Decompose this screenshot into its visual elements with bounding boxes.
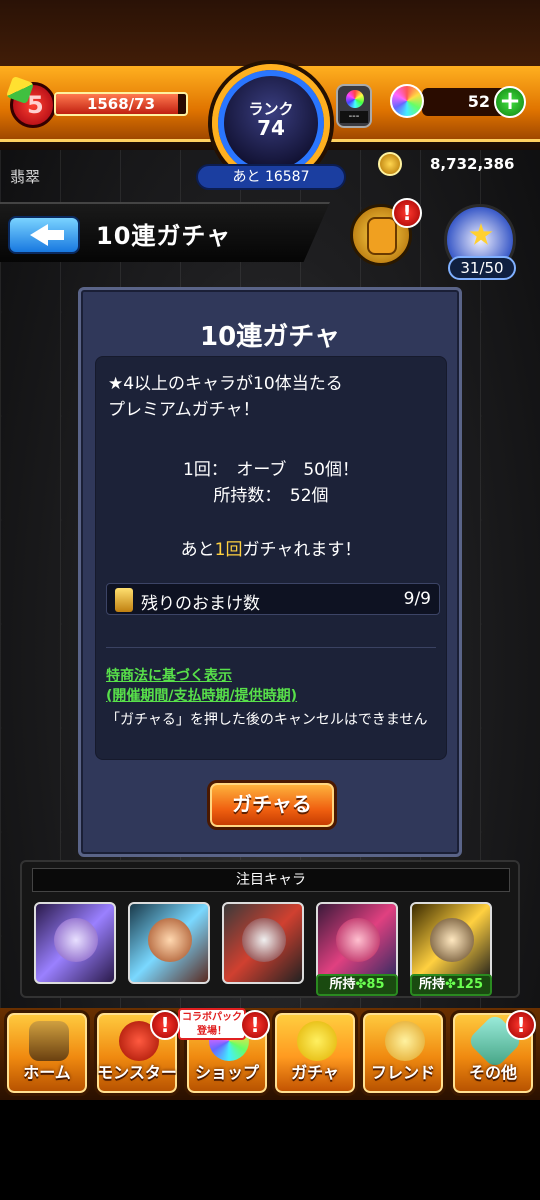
featured-char-4[interactable]: 所持✤85 xyxy=(316,902,398,996)
gift-alert-badge: ! xyxy=(392,198,422,228)
divider xyxy=(106,647,436,648)
system-bar xyxy=(0,1100,540,1200)
level-number: 5 xyxy=(27,91,44,119)
back-button[interactable] xyxy=(8,216,80,254)
collab-badge-line2: 登場！ xyxy=(197,1026,227,1037)
page-title: 10連ガチャ xyxy=(96,222,232,250)
star-icon xyxy=(469,223,493,245)
home-icon xyxy=(29,1021,69,1061)
other-alert-badge: ! xyxy=(506,1010,536,1040)
username: 翡翠 xyxy=(10,168,41,186)
level-icon[interactable]: 5 xyxy=(5,75,56,128)
tab-label: ショップ xyxy=(194,1063,259,1082)
app-screen: 5 1568/73 ランク 74 あと 16587 --- 52 + 翡翠 8,… xyxy=(0,0,540,1200)
featured-heading: 注目キャラ xyxy=(32,868,510,892)
add-orb-button[interactable]: + xyxy=(494,86,526,118)
tab-label: フレンド xyxy=(370,1063,435,1082)
clover-count: 31/50 xyxy=(448,256,516,280)
gacha-panel: 10連ガチャ ★4以上のキャラが10体当たる プレミアムガチャ！ 1回： オーブ… xyxy=(78,287,462,857)
rank-value: 74 xyxy=(257,116,285,140)
character-portrait xyxy=(148,918,192,962)
coin-icon xyxy=(378,152,402,176)
description-line-1: ★4以上のキャラが10体当たる xyxy=(108,374,343,394)
cancel-note: 「ガチャる」を押した後のキャンセルはできません xyxy=(106,712,428,728)
cost-line: 1回： オーブ 50個！ xyxy=(183,460,359,480)
gift-box-icon xyxy=(367,217,397,255)
owned-count: ✤85 xyxy=(355,977,385,992)
remaining-prefix: あと xyxy=(180,540,215,560)
owned-label: 所持 xyxy=(418,977,445,992)
orb-box-button[interactable]: --- xyxy=(336,84,372,128)
tab-friend[interactable]: フレンド xyxy=(360,1010,446,1096)
orb-box-text: --- xyxy=(340,111,368,123)
omake-value: 9/9 xyxy=(403,589,431,609)
description-line-2: プレミアムガチャ！ xyxy=(108,400,260,420)
collab-badge-line1: コラボパック xyxy=(182,1012,242,1023)
omake-row: 残りのおまけ数 9/9 xyxy=(106,583,440,615)
owned-count-badge: 所持✤125 xyxy=(410,974,492,996)
remaining-suffix: ガチャれます！ xyxy=(242,540,362,560)
gacha-button[interactable]: ガチャる xyxy=(207,780,337,830)
law-link-detail[interactable]: (開催期間/支払時期/提供時期) xyxy=(106,685,297,705)
owned-label: 所持 xyxy=(329,977,356,992)
owned-count: ✤125 xyxy=(444,977,484,992)
tab-label: その他 xyxy=(468,1063,517,1082)
owned-count-badge: 所持✤85 xyxy=(316,974,398,996)
featured-char-2[interactable] xyxy=(128,902,210,984)
featured-char-5[interactable]: 所持✤125 xyxy=(410,902,492,996)
featured-char-3[interactable] xyxy=(222,902,304,984)
gacha-info-box: ★4以上のキャラが10体当たる プレミアムガチャ！ 1回： オーブ 50個！ 所… xyxy=(95,356,447,760)
exp-bar: 1568/73 xyxy=(54,92,188,116)
tab-label: モンスター xyxy=(97,1063,177,1082)
gem-icon xyxy=(346,90,364,108)
shop-alert-badge: ! xyxy=(240,1010,270,1040)
exp-text: 1568/73 xyxy=(86,95,156,113)
back-arrow-tail xyxy=(46,230,64,240)
character-portrait xyxy=(336,918,380,962)
remaining-pulls: あと1回ガチャれます！ xyxy=(96,535,446,560)
collab-badge: コラボパック 登場！ xyxy=(178,1008,246,1040)
character-portrait xyxy=(54,918,98,962)
tab-home[interactable]: ホーム xyxy=(4,1010,90,1096)
tab-gacha[interactable]: ガチャ xyxy=(272,1010,358,1096)
tab-label: ガチャ xyxy=(291,1063,339,1082)
gacha-icon xyxy=(297,1021,337,1061)
tab-label: ホーム xyxy=(23,1063,71,1082)
featured-char-1[interactable] xyxy=(34,902,116,984)
friend-icon xyxy=(385,1021,425,1061)
rank-remaining: あと 16587 xyxy=(196,164,346,190)
character-portrait xyxy=(242,918,286,962)
law-link[interactable]: 特商法に基づく表示 xyxy=(106,665,232,685)
featured-characters: 注目キャラ 所持✤85 所持✤125 xyxy=(20,860,520,998)
character-portrait xyxy=(430,918,474,962)
owned-line: 所持数： 52個 xyxy=(213,486,329,506)
panel-title: 10連ガチャ xyxy=(200,322,340,352)
monster-alert-badge: ! xyxy=(150,1010,180,1040)
coin-count: 8,732,386 xyxy=(430,155,515,173)
remaining-count: 1回 xyxy=(214,540,243,560)
bonus-jar-icon xyxy=(115,588,133,612)
gacha-description: ★4以上のキャラが10体当たる プレミアムガチャ！ xyxy=(108,371,438,423)
orb-icon xyxy=(390,84,424,118)
omake-label: 残りのおまけ数 xyxy=(141,594,260,614)
